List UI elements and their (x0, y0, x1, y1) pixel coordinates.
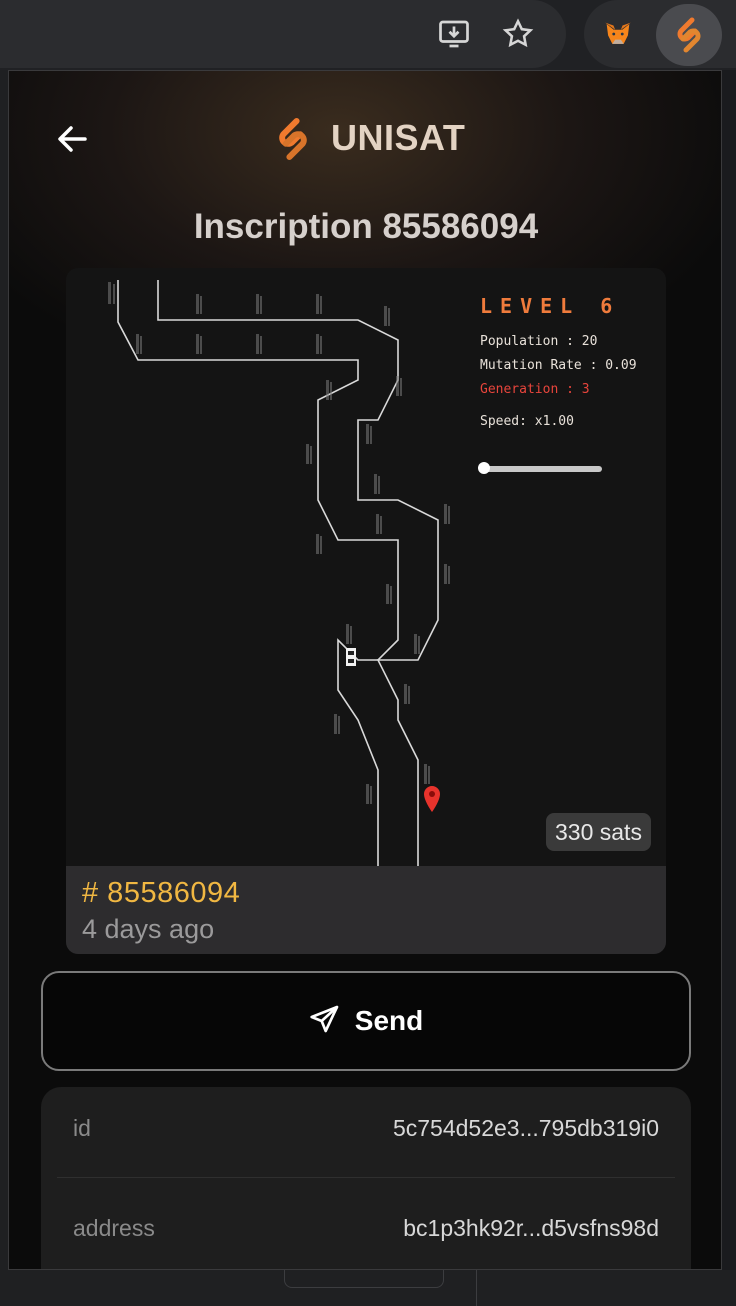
detail-row-id: id 5c754d52e3...795db319i0 (41, 1087, 691, 1187)
page-title: Inscription 85586094 (193, 207, 539, 246)
unisat-logo (275, 115, 311, 163)
details-panel: id 5c754d52e3...795db319i0 address bc1p3… (41, 1087, 691, 1269)
mutation-rate-label: Mutation Rate : 0.09 (480, 358, 637, 373)
page-background-divider (476, 1270, 477, 1306)
address-bar-area (0, 0, 566, 68)
detail-value[interactable]: 5c754d52e3...795db319i0 (393, 1115, 659, 1142)
speed-label: Speed: x1.00 (480, 414, 574, 429)
inscription-number: # 85586094 (82, 877, 241, 909)
inscription-card[interactable]: LEVEL 6 Population : 20 Mutation Rate : … (66, 268, 666, 954)
detail-key: address (73, 1215, 155, 1241)
page-background-button (284, 1270, 444, 1288)
brand-name: UNISAT (331, 117, 466, 158)
page-background-bottom (0, 1270, 736, 1306)
send-button[interactable]: Send (41, 971, 691, 1071)
car-sprite (346, 648, 356, 666)
track-left-edge (117, 280, 399, 866)
browser-toolbar (0, 0, 736, 70)
speed-slider-knob[interactable] (478, 462, 490, 474)
row-divider (57, 1177, 675, 1178)
inscription-time: 4 days ago (82, 914, 215, 944)
inscription-info: # 85586094 4 days ago (66, 866, 666, 954)
inscription-preview[interactable]: LEVEL 6 Population : 20 Mutation Rate : … (66, 268, 666, 866)
level-label: LEVEL 6 (480, 294, 621, 318)
speed-slider-track[interactable] (480, 466, 602, 472)
detail-value[interactable]: bc1p3hk92r...d5vsfns98d (403, 1215, 659, 1242)
install-app-icon[interactable] (434, 14, 474, 54)
page-background-edge (0, 70, 8, 1306)
generation-label: Generation : 3 (480, 382, 590, 397)
paper-plane-icon (309, 1003, 341, 1040)
unisat-extension-icon[interactable] (656, 4, 722, 66)
detail-row-address: address bc1p3hk92r...d5vsfns98d (41, 1187, 691, 1269)
unisat-popup: UNISAT Inscription 85586094 LEVEL 6 Popu… (8, 70, 722, 1270)
price-badge: 330 sats (546, 813, 651, 851)
send-label: Send (354, 1005, 424, 1036)
track-right-edge (157, 280, 439, 866)
map-pin-icon (424, 786, 440, 812)
star-icon[interactable] (498, 14, 538, 54)
detail-key: id (73, 1115, 91, 1141)
metamask-fox-icon[interactable] (598, 14, 638, 54)
population-label: Population : 20 (480, 334, 598, 349)
arrow-left-icon[interactable] (53, 119, 93, 159)
